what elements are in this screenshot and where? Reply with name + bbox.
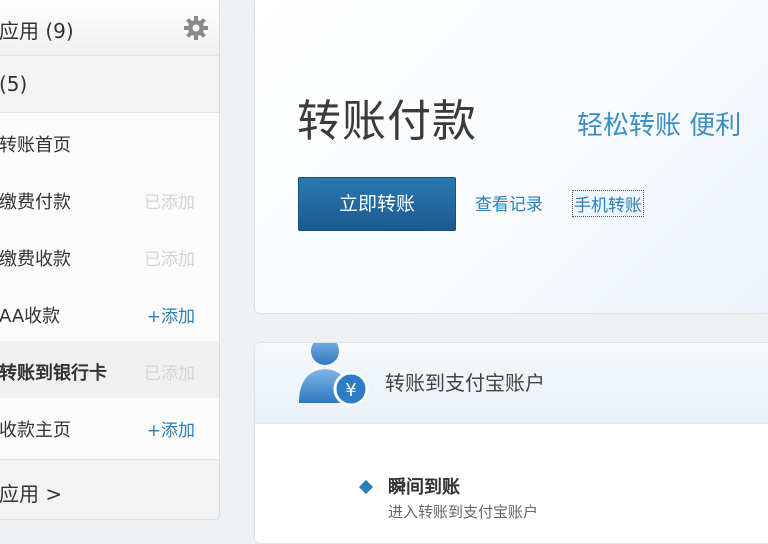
sidebar-item-label: AA收款 [0,306,61,327]
sidebar-item-add-button[interactable]: +添加 [147,302,195,327]
transfer-card: 转账付款 轻松转账 便利 立即转账 查看记录 手机转账 [254,0,768,314]
person-yuan-icon: ¥ [299,343,369,407]
sidebar-item-added-status: 已添加 [144,364,195,384]
sidebar-footer-title: 应用 > [0,482,63,506]
sidebar-item-added-status: 已添加 [144,250,195,270]
alipay-transfer-header[interactable]: ¥ 转账到支付宝账户 [255,343,768,424]
sidebar-section-header: (5) [0,56,219,113]
sidebar-section-title: (5) [0,72,28,96]
sidebar-item-bill-pay[interactable]: 缴费付款 已添加 [0,170,219,227]
sidebar-item-label: 收款主页 [0,420,71,441]
alipay-transfer-card: ¥ 转账到支付宝账户 瞬间到账 进入转账到支付宝账户 [254,342,768,544]
view-records-link[interactable]: 查看记录 [475,190,543,215]
feature-description: 进入转账到支付宝账户 [388,503,539,521]
svg-text:¥: ¥ [345,380,356,401]
sidebar-item-transfer-to-bank[interactable]: 转账到银行卡 已添加 [0,341,219,398]
gear-icon[interactable] [183,15,209,41]
sidebar-item-added-status: 已添加 [144,193,195,213]
sidebar-item-bill-collect[interactable]: 缴费收款 已添加 [0,227,219,284]
sidebar-item-label: 缴费收款 [0,249,71,270]
sidebar-item-collect-home[interactable]: 收款主页 +添加 [0,398,219,455]
sidebar-item-aa-collect[interactable]: AA收款 +添加 [0,284,219,341]
page-tagline: 轻松转账 便利 [577,111,742,141]
sidebar-item-label: 转账首页 [0,135,71,156]
sidebar-header-title: 应用 (9) [0,19,74,43]
sidebar: 应用 (9) (5) 转账首页 缴费付款 已添加 缴费收款 已添加 AA收款 +… [0,0,220,520]
page-title: 转账付款 [297,96,477,147]
sidebar-item-transfer-home[interactable]: 转账首页 [0,113,219,170]
feature-title: 瞬间到账 [388,477,460,498]
transfer-now-button[interactable]: 立即转账 [298,177,456,231]
sidebar-header: 应用 (9) [0,0,219,56]
sidebar-item-add-button[interactable]: +添加 [147,416,195,441]
diamond-bullet-icon [358,479,374,495]
sidebar-item-label: 缴费付款 [0,192,71,213]
mobile-transfer-link[interactable]: 手机转账 [572,190,644,217]
alipay-transfer-title: 转账到支付宝账户 [385,371,545,395]
sidebar-footer[interactable]: 应用 > [0,459,219,519]
sidebar-item-label: 转账到银行卡 [0,363,107,384]
sidebar-list: 转账首页 缴费付款 已添加 缴费收款 已添加 AA收款 +添加 转账到银行卡 已… [0,113,219,455]
